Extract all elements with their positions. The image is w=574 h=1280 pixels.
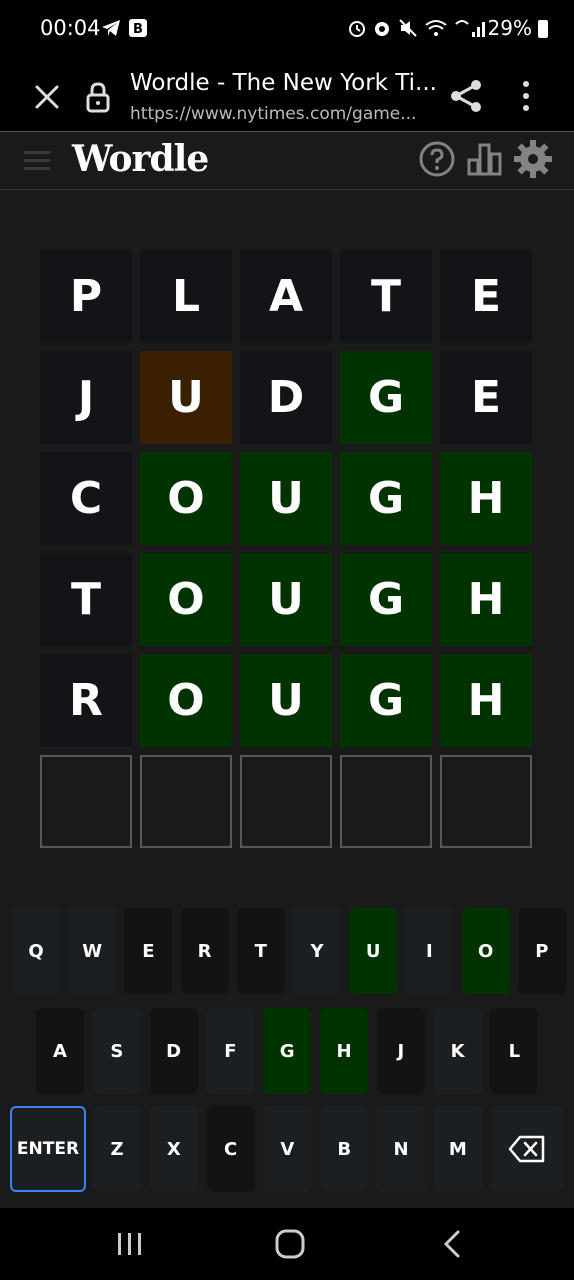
tile: E	[440, 250, 532, 343]
tile	[40, 755, 132, 848]
tile: D	[240, 351, 332, 444]
system-navigation-bar	[0, 1208, 574, 1280]
key-z[interactable]: Z	[93, 1106, 141, 1192]
key-n[interactable]: N	[377, 1106, 425, 1192]
tile: U	[240, 654, 332, 747]
key-g[interactable]: G	[263, 1008, 312, 1094]
page-url[interactable]: https://www.nytimes.com/game...	[130, 104, 416, 124]
board-row: ROUGH	[40, 654, 534, 747]
tile: T	[40, 553, 132, 646]
tile: E	[440, 351, 532, 444]
key-b[interactable]: B	[320, 1106, 369, 1192]
share-button[interactable]	[448, 78, 484, 114]
key-f[interactable]: F	[206, 1008, 255, 1094]
tile: O	[140, 452, 232, 545]
browser-toolbar: Wordle - The New York Ti... https://www.…	[0, 58, 574, 132]
wifi-icon	[425, 20, 447, 36]
recent-apps-button[interactable]	[116, 1230, 144, 1258]
key-r[interactable]: R	[180, 908, 229, 994]
key-x[interactable]: X	[149, 1106, 198, 1192]
board-row	[40, 755, 534, 848]
key-p[interactable]: P	[517, 908, 566, 994]
tile: R	[40, 654, 132, 747]
tile: A	[240, 250, 332, 343]
key-t[interactable]: T	[236, 908, 285, 994]
key-e[interactable]: E	[124, 908, 173, 994]
tile: T	[340, 250, 432, 343]
keyboard-row-3: ENTER Z X C V B N M	[0, 1106, 574, 1194]
tile	[140, 755, 232, 848]
tile: H	[440, 654, 532, 747]
game-title: Wordle	[72, 138, 209, 180]
tile: J	[40, 351, 132, 444]
key-w[interactable]: W	[68, 908, 117, 994]
backspace-key[interactable]	[491, 1106, 563, 1192]
key-k[interactable]: K	[433, 1008, 482, 1094]
close-tab-button[interactable]	[30, 80, 64, 114]
game-board: PLATEJUDGECOUGHTOUGHROUGH	[40, 250, 534, 856]
lock-icon[interactable]	[84, 80, 112, 114]
key-u[interactable]: U	[349, 908, 398, 994]
tile: O	[140, 553, 232, 646]
key-q[interactable]: Q	[12, 908, 60, 994]
key-m[interactable]: M	[433, 1106, 482, 1192]
key-h[interactable]: H	[320, 1008, 368, 1094]
key-a[interactable]: A	[36, 1008, 84, 1094]
alarm-clock-icon	[375, 22, 389, 36]
mute-icon	[399, 19, 417, 37]
key-y[interactable]: Y	[293, 908, 341, 994]
key-j[interactable]: J	[376, 1008, 425, 1094]
page-title[interactable]: Wordle - The New York Ti...	[130, 70, 437, 96]
key-d[interactable]: D	[149, 1008, 198, 1094]
status-bar: 00:04 B 29%	[0, 0, 574, 58]
keyboard-row-1: QWERTYUIOP	[0, 908, 574, 996]
key-c[interactable]: C	[206, 1106, 255, 1192]
tile	[440, 755, 532, 848]
status-time: 00:04	[40, 16, 101, 40]
tile: O	[140, 654, 232, 747]
key-l[interactable]: L	[490, 1008, 539, 1094]
key-i[interactable]: I	[405, 908, 454, 994]
help-icon[interactable]	[418, 140, 456, 178]
tile: G	[340, 654, 432, 747]
tile	[340, 755, 432, 848]
key-v[interactable]: V	[263, 1106, 312, 1192]
back-button[interactable]	[440, 1228, 464, 1260]
tile: U	[240, 452, 332, 545]
tile: L	[140, 250, 232, 343]
statistics-icon[interactable]	[466, 140, 504, 178]
app-notification-icon: B	[129, 19, 147, 37]
more-options-button[interactable]	[512, 78, 540, 114]
settings-gear-icon[interactable]	[512, 138, 554, 180]
board-row: JUDGE	[40, 351, 534, 444]
tile	[240, 755, 332, 848]
tile: G	[340, 452, 432, 545]
tile: U	[140, 351, 232, 444]
key-s[interactable]: S	[92, 1008, 141, 1094]
alarm-icon	[349, 21, 365, 37]
svg-text:B: B	[133, 22, 143, 37]
board-row: PLATE	[40, 250, 534, 343]
tile: H	[440, 452, 532, 545]
key-o[interactable]: O	[461, 908, 510, 994]
game-header: Wordle	[0, 132, 574, 190]
tile: G	[340, 553, 432, 646]
tile: G	[340, 351, 432, 444]
keyboard-row-2: ASDFGHJKL	[0, 1008, 574, 1096]
telegram-icon	[102, 20, 120, 36]
tile: P	[40, 250, 132, 343]
hamburger-menu-icon[interactable]	[22, 148, 52, 174]
battery-icon	[538, 20, 548, 38]
battery-percent: 29%	[487, 16, 532, 40]
backspace-icon	[508, 1135, 545, 1163]
home-button[interactable]	[274, 1228, 306, 1260]
signal-icon	[455, 20, 485, 37]
enter-key[interactable]: ENTER	[10, 1106, 86, 1192]
tile: U	[240, 553, 332, 646]
board-row: TOUGH	[40, 553, 534, 646]
board-row: COUGH	[40, 452, 534, 545]
tile: C	[40, 452, 132, 545]
tile: H	[440, 553, 532, 646]
